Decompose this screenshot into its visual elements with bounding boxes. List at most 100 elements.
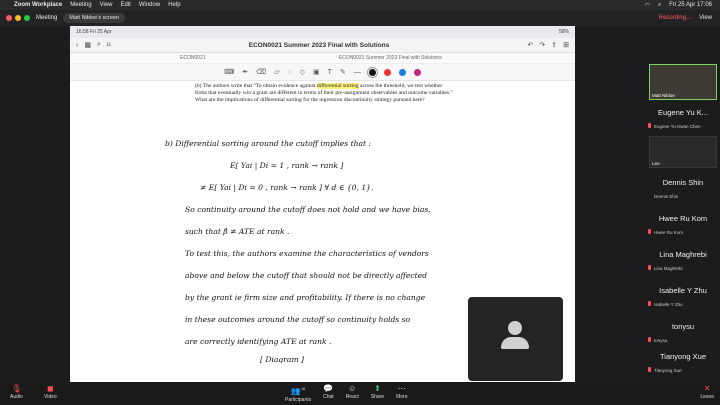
muted-mic-icon xyxy=(648,123,651,128)
hw-line-9: in these outcomes around the cutoff so c… xyxy=(185,315,411,324)
view-button[interactable]: View xyxy=(699,15,712,21)
add-page-icon[interactable]: ⊞ xyxy=(563,41,569,49)
participant-tile[interactable]: Lina Maghrebi Lina Maghrebi xyxy=(646,242,720,278)
tab-label[interactable]: ECON0021 Summer 2023 Final with Solution… xyxy=(339,55,442,61)
participant-name: Dennis Shin xyxy=(662,178,704,187)
bookmark-icon[interactable]: ⌑ xyxy=(107,41,111,49)
participants-gallery: Matt Nibloe Eugene Yu K... Eugene Yu Kwa… xyxy=(646,64,720,382)
muted-mic-icon xyxy=(648,301,651,306)
undo-icon[interactable]: ↶ xyxy=(528,41,534,49)
leave-icon: ✕ xyxy=(703,384,711,393)
close-window-button[interactable] xyxy=(6,15,12,21)
hw-line-3: ≠ E[ Yai | Di = 0 , rank → rank ] ∀ d ∈ … xyxy=(200,183,374,192)
participant-subname: Eugene Yu Kwan Chen xyxy=(654,124,701,129)
self-view-tile[interactable] xyxy=(468,297,563,381)
black-color-swatch[interactable] xyxy=(366,66,378,78)
hw-line-1: b) Differential sorting around the cutof… xyxy=(165,139,372,148)
zoom-header: Meeting Matt Nibloe's screen Recording..… xyxy=(0,10,720,26)
blue-color-swatch[interactable] xyxy=(398,68,406,76)
participant-subname: Tianyong Xue xyxy=(654,368,682,373)
stroke-width-icon[interactable]: — xyxy=(354,69,361,76)
screen-share-pill[interactable]: Matt Nibloe's screen xyxy=(63,13,126,23)
share-button[interactable]: ⬆ Share xyxy=(371,384,384,403)
recording-indicator[interactable]: Recording... xyxy=(659,15,691,21)
participant-name: Leo xyxy=(652,161,660,166)
shapes-tool-icon[interactable]: ◇ xyxy=(300,68,305,76)
participants-count: 16 xyxy=(300,386,306,391)
menu-meeting[interactable]: Meeting xyxy=(70,2,91,8)
participant-subname: tonysu xyxy=(654,338,668,343)
participant-tile[interactable]: Hwee Ru Kom Hwee Ru Kom xyxy=(646,206,720,242)
participant-tile[interactable]: Eugene Yu K... Eugene Yu Kwan Chen xyxy=(646,100,720,136)
avatar-body xyxy=(501,337,529,349)
redo-icon[interactable]: ↷ xyxy=(539,41,545,49)
participant-video-leo[interactable]: Leo xyxy=(649,136,717,168)
document-titlebar: ‹ ▦ ⌕ ⌑ ECON0021 Summer 2023 Final with … xyxy=(70,38,575,53)
participant-video-matt[interactable]: Matt Nibloe xyxy=(649,64,717,100)
purple-color-swatch[interactable] xyxy=(413,68,421,76)
clock[interactable]: Fri 25 Apr 17:06 xyxy=(669,2,712,8)
avatar-head xyxy=(508,321,522,335)
camera-off-icon: ◼ xyxy=(47,384,54,393)
text-box-tool-icon[interactable]: T xyxy=(328,69,332,76)
participant-name: tonysu xyxy=(671,322,695,331)
menu-help[interactable]: Help xyxy=(168,2,180,8)
search-icon[interactable]: ⌕ xyxy=(658,2,661,9)
participant-name: Tianyong Xue xyxy=(659,352,706,361)
muted-mic-icon xyxy=(648,367,651,372)
react-icon: ☺ xyxy=(348,384,357,393)
more-button[interactable]: ⋯ More xyxy=(396,384,407,403)
red-color-swatch[interactable] xyxy=(383,68,391,76)
center-controls: 👥16 Participants 💬 Chat ☺ React ⬆ Share … xyxy=(285,384,408,403)
chat-icon: 💬 xyxy=(323,384,334,393)
eraser-tool-icon[interactable]: ⌫ xyxy=(256,68,266,76)
app-menu[interactable]: Zoom Workplace xyxy=(14,2,62,8)
minimize-window-button[interactable] xyxy=(15,15,21,21)
search-icon[interactable]: ⌕ xyxy=(97,41,101,49)
share-screen-icon: ⬆ xyxy=(374,384,381,393)
menu-edit[interactable]: Edit xyxy=(121,2,131,8)
audio-button[interactable]: 🎙 Audio xyxy=(10,384,23,400)
lasso-tool-icon[interactable]: ◌ xyxy=(287,69,291,76)
back-icon[interactable]: ‹ xyxy=(76,42,78,49)
hw-line-2: E[ Yai | Di = 1 , rank → rank ] xyxy=(230,161,344,170)
zoom-window-button[interactable] xyxy=(24,15,30,21)
participant-subname: Dennis Shin xyxy=(654,194,679,199)
ipad-date: Fri 25 Apr xyxy=(89,29,112,35)
participant-name: Lina Maghrebi xyxy=(659,250,707,259)
menu-window[interactable]: Window xyxy=(139,2,160,8)
chat-label: Chat xyxy=(323,394,334,400)
participant-subname: Isabelle Y Zhu xyxy=(654,302,683,307)
hw-line-4: So continuity around the cutoff does not… xyxy=(185,205,431,214)
highlighted-phrase: differential sorting xyxy=(316,83,359,89)
question-prefix: (b) The authors write that "To obtain ev… xyxy=(195,83,317,89)
hw-line-5: such that β̂ ≠ ATE at rank . xyxy=(185,227,290,236)
microphone-muted-icon: 🎙 xyxy=(11,384,22,393)
share-label: Share xyxy=(370,394,385,400)
participant-tile[interactable]: Isabelle Y Zhu Isabelle Y Zhu xyxy=(646,278,720,314)
participant-name: Eugene Yu K... xyxy=(658,108,708,117)
document-tab[interactable]: ECON0021 ECON0021 Summer 2023 Final with… xyxy=(70,53,575,64)
react-button[interactable]: ☺ React xyxy=(346,384,359,403)
participants-button[interactable]: 👥16 Participants xyxy=(285,384,311,403)
participant-tile[interactable]: Dennis Shin Dennis Shin xyxy=(646,170,720,206)
window-controls xyxy=(6,15,30,21)
highlighter-tool-icon[interactable]: ▱ xyxy=(274,68,279,76)
grid-icon[interactable]: ▦ xyxy=(84,41,91,49)
battery-level: 58% xyxy=(558,29,569,35)
tab-left-label[interactable]: ECON0021 xyxy=(70,53,206,63)
participant-tile[interactable]: Tianyong Xue Tianyong Xue xyxy=(646,344,720,380)
participant-name: Hwee Ru Kom xyxy=(658,214,708,223)
printed-question: (b) The authors write that "To obtain ev… xyxy=(195,83,455,104)
video-button[interactable]: ◼ Video xyxy=(44,384,57,400)
text-tool-icon[interactable]: ⌨ xyxy=(224,68,234,76)
chat-button[interactable]: 💬 Chat xyxy=(323,384,334,403)
wifi-icon[interactable]: ◠ xyxy=(645,2,650,9)
share-icon[interactable]: ⇪ xyxy=(551,41,557,49)
laser-tool-icon[interactable]: ✎ xyxy=(340,68,346,76)
image-tool-icon[interactable]: ▣ xyxy=(313,68,320,76)
pen-tool-icon[interactable]: ✒ xyxy=(242,68,248,76)
leave-button[interactable]: ✕ Leave xyxy=(700,384,714,400)
menu-view[interactable]: View xyxy=(100,2,113,8)
more-icon: ⋯ xyxy=(397,384,406,393)
